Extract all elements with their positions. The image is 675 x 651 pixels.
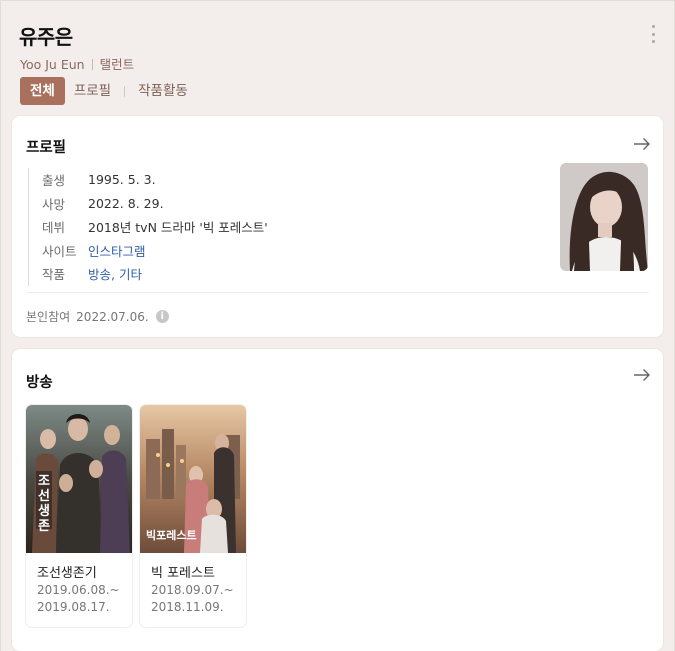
broadcast-card: 방송 조 선 생 존 조선생존기 2019.06.08.~ 2019.08.17…: [12, 349, 663, 651]
profile-row-debut: 데뷔 2018년 tvN 드라마 '빅 포레스트': [42, 215, 268, 239]
works-link[interactable]: 방송, 기타: [88, 264, 142, 283]
info-icon[interactable]: i: [155, 310, 169, 323]
tab-divider: [124, 85, 126, 97]
instagram-link[interactable]: 인스타그램: [88, 241, 146, 260]
search-result-panel: 유주은 Yoo Ju Eun 탤런트 전체 프로필 작품활동 프로필 출생 199…: [0, 0, 675, 651]
work-start-date: 2018.09.07.~: [151, 583, 234, 597]
self-participation-date: 2022.07.06.: [76, 309, 149, 324]
work-end-date: 2019.08.17.: [37, 600, 110, 614]
work-poster: 빅포레스트: [140, 405, 246, 553]
profile-row-birth: 출생 1995. 5. 3.: [42, 168, 268, 192]
tab-profile[interactable]: 프로필: [65, 77, 120, 105]
svg-text:선: 선: [38, 488, 50, 504]
svg-text:존: 존: [38, 519, 50, 534]
arrow-right-icon[interactable]: [633, 137, 651, 151]
profile-title[interactable]: 프로필: [26, 136, 66, 157]
profile-info-list: 출생 1995. 5. 3. 사망 2022. 8. 29. 데뷔 2018년 …: [28, 168, 268, 286]
person-name[interactable]: 유주은: [19, 21, 73, 50]
row-label: 작품: [42, 267, 66, 283]
svg-text:생: 생: [38, 504, 50, 519]
person-subtitle: Yoo Ju Eun 탤런트: [20, 54, 134, 73]
tab-bar: 전체 프로필 작품활동: [20, 77, 197, 105]
work-card-big-forest[interactable]: 빅포레스트 빅 포레스트 2018.09.07.~ 2018.11.09.: [140, 405, 246, 627]
svg-text:조: 조: [38, 474, 50, 489]
svg-text:빅포레스트: 빅포레스트: [146, 528, 197, 542]
row-value: 2022. 8. 29.: [88, 195, 164, 211]
profile-row-works: 작품 방송, 기타: [42, 262, 268, 286]
work-card-joseon[interactable]: 조 선 생 존 조선생존기 2019.06.08.~ 2019.08.17.: [26, 405, 132, 627]
work-start-date: 2019.06.08.~: [37, 583, 120, 597]
row-value: 2018년 tvN 드라마 '빅 포레스트': [88, 220, 268, 236]
row-label: 출생: [42, 173, 66, 189]
profile-footer: 본인참여 2022.07.06. i: [26, 308, 169, 325]
occupation: 탤런트: [99, 57, 135, 72]
profile-card: 프로필 출생 1995. 5. 3. 사망 2022. 8. 29. 데뷔 20…: [12, 116, 663, 337]
row-label: 데뷔: [42, 220, 66, 236]
english-name: Yoo Ju Eun: [20, 57, 85, 72]
work-title: 빅 포레스트: [151, 566, 215, 581]
arrow-right-icon[interactable]: [633, 368, 651, 382]
profile-photo[interactable]: [560, 163, 648, 271]
work-poster: 조 선 생 존: [26, 405, 132, 553]
profile-row-site: 사이트 인스타그램: [42, 239, 268, 263]
work-end-date: 2018.11.09.: [151, 600, 224, 614]
row-label: 사망: [42, 196, 66, 212]
row-value: 1995. 5. 3.: [88, 172, 156, 188]
person-header: 유주은 Yoo Ju Eun 탤런트 전체 프로필 작품활동: [19, 15, 660, 115]
work-title: 조선생존기: [37, 566, 97, 581]
tab-all[interactable]: 전체: [20, 77, 65, 105]
self-participation-label: 본인참여: [26, 310, 71, 324]
more-vertical-icon[interactable]: [652, 25, 656, 43]
row-label: 사이트: [42, 243, 77, 259]
subtitle-divider: [91, 59, 93, 70]
broadcast-title[interactable]: 방송: [26, 371, 53, 392]
tab-works[interactable]: 작품활동: [129, 77, 197, 105]
profile-row-death: 사망 2022. 8. 29.: [42, 192, 268, 216]
profile-divider: [26, 292, 649, 293]
